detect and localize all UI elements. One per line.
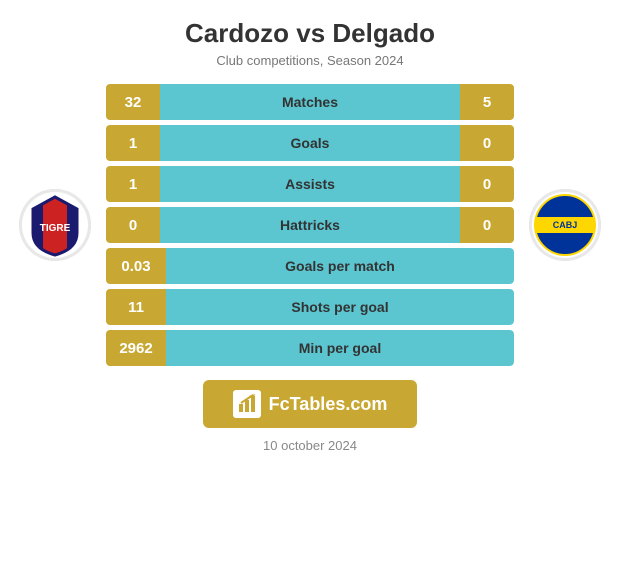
stat-label: Assists: [160, 176, 460, 192]
content-area: TIGRE 32Matches51Goals01Assists00Hattric…: [0, 74, 620, 366]
team-logo-right: CABJ: [520, 189, 610, 261]
stat-bar: Shots per goal: [166, 289, 514, 325]
stat-bar: Hattricks: [160, 207, 460, 243]
stat-label: Goals per match: [166, 258, 514, 274]
fctables-banner: FcTables.com: [203, 380, 418, 428]
stat-row: 1Goals0: [106, 125, 514, 161]
stat-value-left: 2962: [106, 330, 166, 366]
svg-text:TIGRE: TIGRE: [40, 223, 71, 234]
stat-row: 32Matches5: [106, 84, 514, 120]
subtitle: Club competitions, Season 2024: [0, 53, 620, 68]
stat-label: Matches: [160, 94, 460, 110]
stat-value-left: 1: [106, 166, 160, 202]
tigre-badge: TIGRE: [19, 189, 91, 261]
stat-label: Goals: [160, 135, 460, 151]
team-logo-left: TIGRE: [10, 189, 100, 261]
stat-row: 11Shots per goal: [106, 289, 514, 325]
page-title: Cardozo vs Delgado: [0, 18, 620, 49]
boca-badge: CABJ: [529, 189, 601, 261]
stat-bar: Min per goal: [166, 330, 514, 366]
stat-value-right: 0: [460, 166, 514, 202]
stat-row: 0Hattricks0: [106, 207, 514, 243]
stat-value-right: 0: [460, 207, 514, 243]
stat-label: Min per goal: [166, 340, 514, 356]
stat-value-left: 32: [106, 84, 160, 120]
stat-value-left: 11: [106, 289, 166, 325]
stat-bar: Assists: [160, 166, 460, 202]
header: Cardozo vs Delgado Club competitions, Se…: [0, 0, 620, 74]
svg-text:CABJ: CABJ: [553, 220, 578, 230]
stat-bar: Goals per match: [166, 248, 514, 284]
footer-date: 10 october 2024: [263, 438, 357, 453]
stat-row: 2962Min per goal: [106, 330, 514, 366]
stat-bar: Goals: [160, 125, 460, 161]
stat-label: Shots per goal: [166, 299, 514, 315]
stat-value-left: 0: [106, 207, 160, 243]
stat-bar: Matches: [160, 84, 460, 120]
stats-area: 32Matches51Goals01Assists00Hattricks00.0…: [100, 84, 520, 366]
page-wrapper: Cardozo vs Delgado Club competitions, Se…: [0, 0, 620, 580]
stat-value-left: 0.03: [106, 248, 166, 284]
fctables-text: FcTables.com: [269, 394, 388, 415]
stat-value-left: 1: [106, 125, 160, 161]
stat-row: 1Assists0: [106, 166, 514, 202]
stat-row: 0.03Goals per match: [106, 248, 514, 284]
stat-value-right: 5: [460, 84, 514, 120]
stat-label: Hattricks: [160, 217, 460, 233]
fctables-icon: [233, 390, 261, 418]
stat-value-right: 0: [460, 125, 514, 161]
